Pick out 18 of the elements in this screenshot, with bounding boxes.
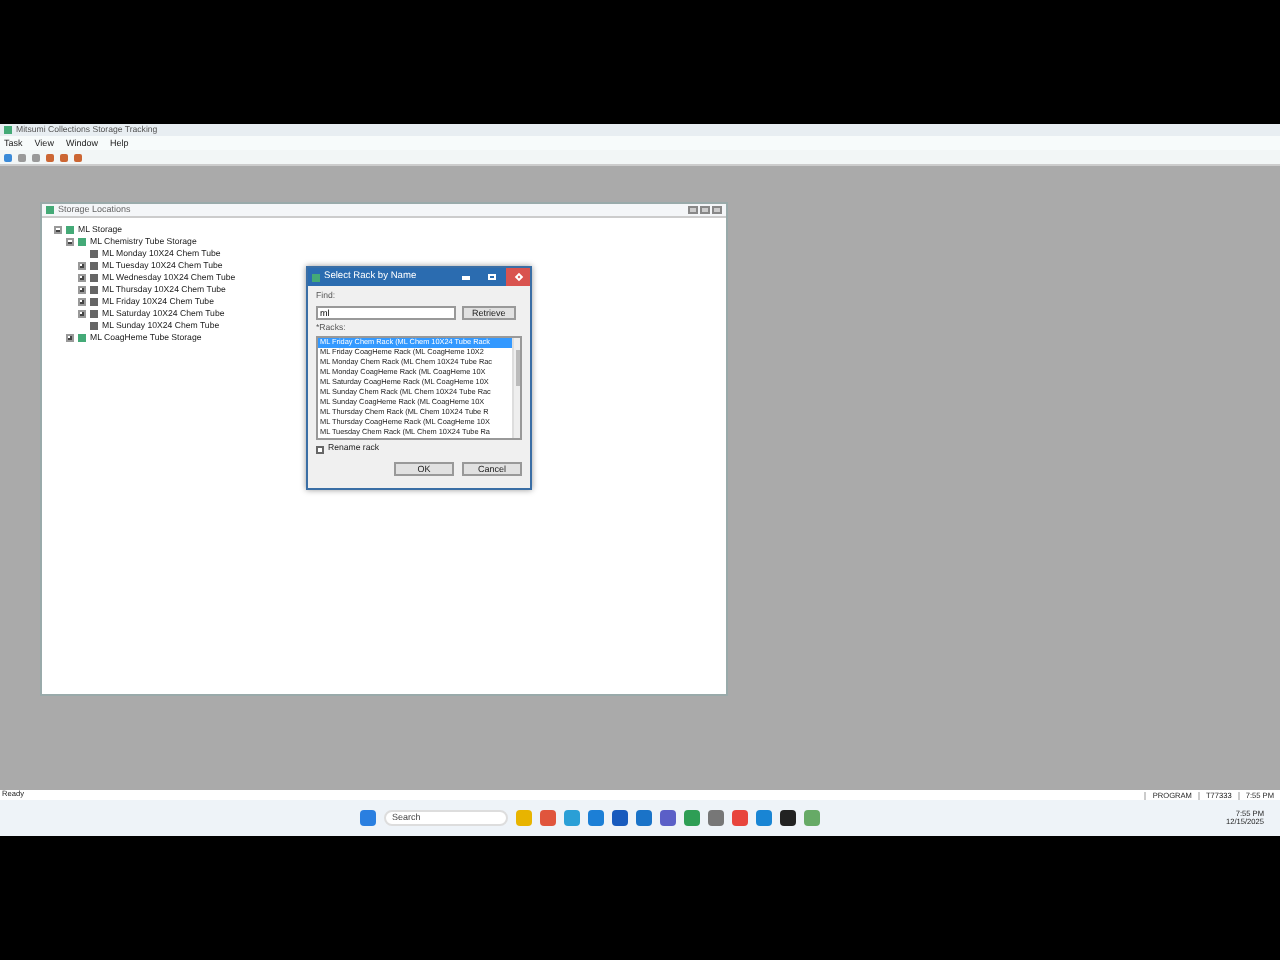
expander-icon[interactable]	[66, 334, 74, 342]
expander-icon[interactable]	[78, 310, 86, 318]
expander-icon[interactable]	[78, 262, 86, 270]
expander-icon[interactable]	[54, 226, 62, 234]
expander-icon[interactable]	[78, 286, 86, 294]
expander-icon[interactable]	[78, 274, 86, 282]
expander-icon[interactable]	[78, 298, 86, 306]
close-button[interactable]	[712, 206, 722, 214]
app-icon	[4, 126, 12, 134]
window-icon	[46, 206, 54, 214]
minimize-button[interactable]	[688, 206, 698, 214]
dialog-icon	[312, 273, 320, 281]
rename-checkbox[interactable]	[316, 445, 324, 454]
maximize-button[interactable]	[700, 206, 710, 214]
scrollbar[interactable]	[512, 338, 520, 439]
expander-icon[interactable]	[66, 238, 74, 246]
start-icon[interactable]	[360, 810, 376, 826]
close-button[interactable]	[506, 268, 530, 286]
